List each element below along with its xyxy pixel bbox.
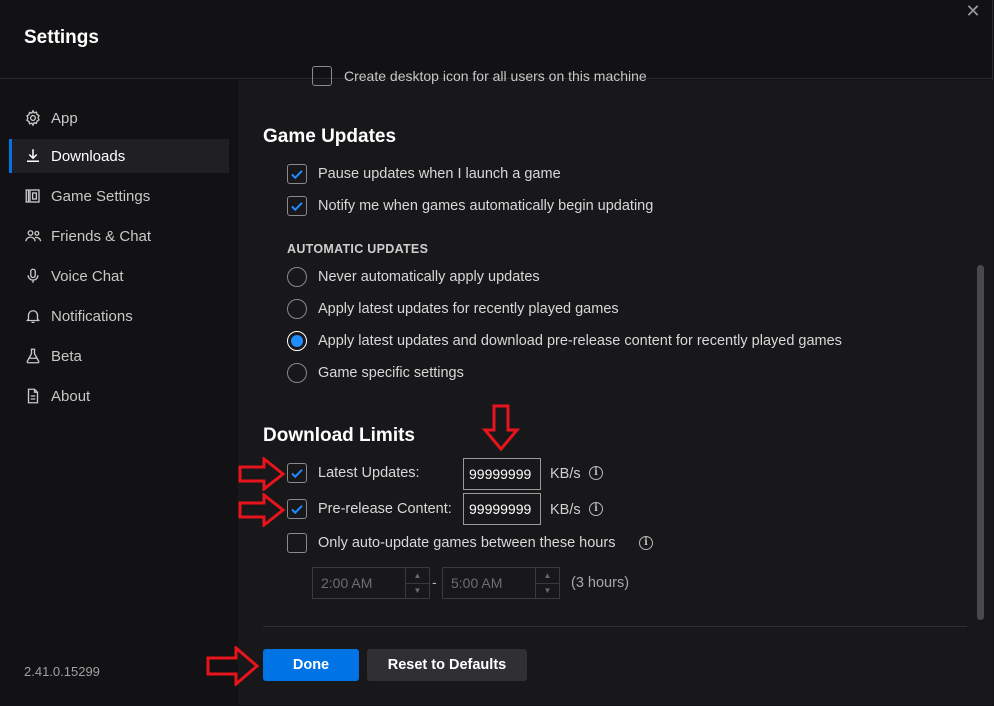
radio-prerelease-row[interactable]: Apply latest updates and download pre-re… (287, 330, 842, 352)
latest-updates-checkbox[interactable] (287, 463, 307, 483)
radio-label: Apply latest updates for recently played… (318, 301, 619, 317)
prerelease-row[interactable]: Pre-release Content: (287, 498, 452, 520)
radio-recent-row[interactable]: Apply latest updates for recently played… (287, 298, 619, 320)
bell-icon (23, 306, 43, 326)
friends-icon (23, 226, 43, 246)
latest-updates-input[interactable] (463, 458, 541, 490)
document-icon (23, 386, 43, 406)
start-time-value: 2:00 AM (321, 575, 373, 591)
notify-updates-checkbox[interactable] (287, 196, 307, 216)
notify-updates-label: Notify me when games automatically begin… (318, 198, 654, 214)
sidebar-item-notifications[interactable]: Notifications (9, 299, 229, 333)
auto-update-hours-label: Only auto-update games between these hou… (318, 535, 616, 551)
sidebar-item-label: Notifications (51, 307, 133, 325)
end-time-stepper[interactable]: ▲ ▼ (535, 568, 559, 598)
divider (263, 626, 967, 627)
radio-label: Apply latest updates and download pre-re… (318, 333, 842, 349)
radio-game-specific[interactable] (287, 363, 307, 383)
sidebar-item-beta[interactable]: Beta (9, 339, 229, 373)
desktop-icon-label: Create desktop icon for all users on thi… (344, 68, 647, 84)
sidebar-item-label: About (51, 387, 91, 405)
checkmark-icon (291, 505, 303, 515)
latest-updates-unit: KB/s (550, 466, 581, 482)
prerelease-unit: KB/s (550, 502, 581, 518)
sidebar-item-label: Downloads (51, 147, 126, 165)
sidebar: App Downloads Game Settings Friends & Ch… (0, 80, 238, 705)
scrollbar-thumb[interactable] (977, 265, 984, 620)
start-time-input[interactable]: 2:00 AM ▲ ▼ (312, 567, 430, 599)
sidebar-item-friends-chat[interactable]: Friends & Chat (9, 219, 229, 253)
sidebar-item-app[interactable]: App (9, 101, 229, 135)
info-icon[interactable]: i (589, 502, 603, 516)
radio-prerelease[interactable] (287, 331, 307, 351)
info-icon[interactable]: i (589, 466, 603, 480)
end-time-input[interactable]: 5:00 AM ▲ ▼ (442, 567, 560, 599)
latest-updates-row[interactable]: Latest Updates: (287, 462, 420, 484)
sidebar-item-about[interactable]: About (9, 379, 229, 413)
radio-game-specific-row[interactable]: Game specific settings (287, 362, 464, 384)
prerelease-label: Pre-release Content: (318, 501, 452, 517)
gear-icon (23, 108, 43, 128)
settings-content: Create desktop icon for all users on thi… (238, 66, 993, 705)
automatic-updates-heading: AUTOMATIC UPDATES (287, 242, 429, 256)
prerelease-checkbox[interactable] (287, 499, 307, 519)
sidebar-item-game-settings[interactable]: Game Settings (9, 179, 229, 213)
sidebar-item-label: Game Settings (51, 187, 151, 205)
arrow-right-icon (238, 457, 286, 491)
radio-recent[interactable] (287, 299, 307, 319)
desktop-icon-row[interactable]: Create desktop icon for all users on thi… (312, 66, 647, 86)
radio-never[interactable] (287, 267, 307, 287)
close-icon[interactable]: ✕ (964, 2, 982, 20)
notify-updates-row[interactable]: Notify me when games automatically begin… (287, 195, 653, 217)
download-icon (23, 146, 43, 166)
sidebar-item-label: App (51, 109, 78, 127)
arrow-right-icon (238, 493, 286, 527)
settings-window: Settings ✕ App Downloads Game Settings F… (0, 0, 993, 705)
pause-updates-label: Pause updates when I launch a game (318, 166, 561, 182)
auto-update-hours-checkbox[interactable] (287, 533, 307, 553)
reset-defaults-button[interactable]: Reset to Defaults (367, 649, 527, 681)
checkmark-icon (291, 469, 303, 479)
sidebar-item-downloads[interactable]: Downloads (9, 139, 229, 173)
microphone-icon (23, 266, 43, 286)
chevron-up-icon[interactable]: ▲ (536, 568, 559, 584)
game-settings-icon (23, 186, 43, 206)
chevron-up-icon[interactable]: ▲ (406, 568, 429, 584)
sidebar-item-label: Friends & Chat (51, 227, 152, 245)
end-time-value: 5:00 AM (451, 575, 503, 591)
time-separator: - (432, 574, 437, 590)
page-title: Settings (24, 27, 99, 48)
info-icon[interactable]: i (639, 536, 653, 550)
latest-updates-label: Latest Updates: (318, 465, 420, 481)
app-version: 2.41.0.15299 (24, 664, 100, 679)
arrow-down-icon (482, 404, 520, 452)
checkmark-icon (291, 170, 303, 180)
done-button[interactable]: Done (263, 649, 359, 681)
start-time-stepper[interactable]: ▲ ▼ (405, 568, 429, 598)
sidebar-item-voice-chat[interactable]: Voice Chat (9, 259, 229, 293)
radio-label: Never automatically apply updates (318, 269, 540, 285)
prerelease-input[interactable] (463, 493, 541, 525)
duration-label: (3 hours) (571, 575, 630, 591)
flask-icon (23, 346, 43, 366)
auto-update-hours-row[interactable]: Only auto-update games between these hou… (287, 532, 615, 554)
download-limits-title: Download Limits (263, 425, 415, 446)
pause-updates-checkbox[interactable] (287, 164, 307, 184)
checkmark-icon (291, 202, 303, 212)
radio-never-row[interactable]: Never automatically apply updates (287, 266, 540, 288)
radio-label: Game specific settings (318, 365, 464, 381)
sidebar-item-label: Beta (51, 347, 82, 365)
desktop-icon-checkbox[interactable] (312, 66, 332, 86)
chevron-down-icon[interactable]: ▼ (536, 584, 559, 599)
game-updates-title: Game Updates (263, 126, 397, 147)
pause-updates-row[interactable]: Pause updates when I launch a game (287, 163, 561, 185)
arrow-right-icon (206, 646, 260, 686)
sidebar-item-label: Voice Chat (51, 267, 124, 285)
chevron-down-icon[interactable]: ▼ (406, 584, 429, 599)
